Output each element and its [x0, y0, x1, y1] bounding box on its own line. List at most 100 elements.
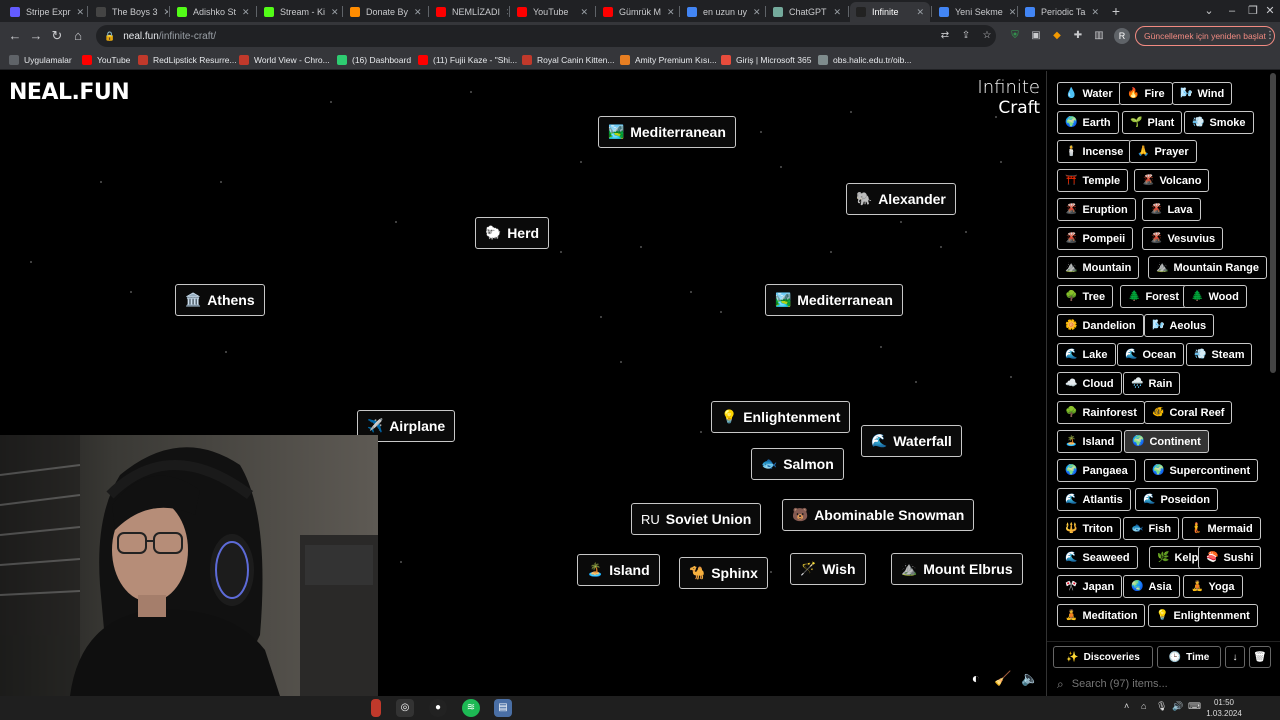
sidebar-item[interactable]: 🌋 Eruption: [1057, 198, 1136, 221]
sidebar-item[interactable]: 💧 Water: [1057, 82, 1121, 105]
reload-icon[interactable]: ↻: [48, 27, 66, 45]
close-tab-icon[interactable]: ✕: [827, 7, 841, 18]
avatar[interactable]: R: [1114, 28, 1130, 44]
browser-tab[interactable]: The Boys 3 ✕: [90, 2, 168, 22]
canvas-element[interactable]: 🐑 Herd: [475, 217, 550, 249]
close-tab-icon[interactable]: ✕: [500, 7, 508, 18]
canvas-element[interactable]: ⛰️ Mount Elbrus: [891, 553, 1023, 585]
close-window-button[interactable]: ✕: [1260, 2, 1280, 20]
canvas-element[interactable]: 🐻 Abominable Snowman: [782, 499, 975, 531]
browser-tab[interactable]: Stripe Expr ✕: [4, 2, 86, 22]
share-icon[interactable]: ⇪: [958, 28, 974, 44]
bookmark-star-icon[interactable]: ☆: [979, 28, 995, 44]
bookmark-item[interactable]: RedLipstick Resurre...: [138, 53, 237, 67]
sidebar-item[interactable]: 🌲 Wood: [1183, 285, 1247, 308]
sidebar-item[interactable]: 🔱 Triton: [1057, 517, 1122, 540]
browser-tab[interactable]: Adishko St ✕: [171, 2, 255, 22]
sort-time-button[interactable]: 🕒 Time: [1157, 646, 1221, 668]
moon-icon[interactable]: ◐: [967, 669, 985, 687]
bookmark-item[interactable]: obs.halic.edu.tr/oib...: [818, 53, 911, 67]
update-button[interactable]: Güncellemek için yeniden başlat: [1135, 26, 1275, 46]
sidebar-item[interactable]: 🌳 Rainforest: [1057, 401, 1145, 424]
network-icon[interactable]: ⌂: [1141, 701, 1146, 711]
sidebar-item[interactable]: 🙏 Prayer: [1129, 140, 1197, 163]
forward-icon[interactable]: →: [27, 27, 45, 45]
sidebar-item[interactable]: 🌍 Continent: [1124, 430, 1209, 453]
canvas-element[interactable]: 🪄 Wish: [790, 553, 866, 585]
sidebar-item[interactable]: 🌳 Tree: [1057, 285, 1114, 308]
trash-icon[interactable]: 🗑: [1249, 646, 1271, 668]
sidebar-item[interactable]: 🌊 Atlantis: [1057, 488, 1131, 511]
site-logo[interactable]: NEAL.FUN: [9, 80, 130, 105]
sidebar-item[interactable]: ⛩️ Temple: [1057, 169, 1129, 192]
discoveries-button[interactable]: ✨ Discoveries: [1053, 646, 1153, 668]
extension-icon[interactable]: ◆: [1049, 28, 1065, 44]
spotify-icon[interactable]: ≋: [462, 699, 480, 717]
sidebar-item[interactable]: 🌬️ Wind: [1172, 82, 1233, 105]
close-tab-icon[interactable]: ✕: [574, 7, 588, 18]
close-tab-icon[interactable]: ✕: [910, 7, 924, 18]
sidebar-item[interactable]: 🏝️ Island: [1057, 430, 1123, 453]
sidebar-item[interactable]: 🌋 Vesuvius: [1142, 227, 1224, 250]
github-icon[interactable]: ●: [429, 699, 447, 717]
sidebar-item[interactable]: 🌍 Pangaea: [1057, 459, 1136, 482]
sidebar-item[interactable]: ⛰️ Mountain: [1057, 256, 1140, 279]
sidebar-item[interactable]: 🌊 Lake: [1057, 343, 1116, 366]
sidebar-item[interactable]: 🌧️ Rain: [1123, 372, 1181, 395]
close-tab-icon[interactable]: ✕: [1085, 7, 1099, 18]
volume-icon[interactable]: 🔊: [1172, 701, 1183, 712]
bookmark-item[interactable]: World View - Chro...: [239, 53, 330, 67]
canvas-element[interactable]: 🏛️ Athens: [175, 284, 265, 316]
close-tab-icon[interactable]: ✕: [661, 7, 675, 18]
canvas-element[interactable]: 🏞️ Mediterranean: [598, 116, 736, 148]
sidebar-item[interactable]: 🌊 Seaweed: [1057, 546, 1138, 569]
sidebar-item[interactable]: 🕯️ Incense: [1057, 140, 1132, 163]
sidepanel-icon[interactable]: ▥: [1091, 28, 1107, 44]
bookmark-item[interactable]: Uygulamalar: [9, 53, 72, 67]
sidebar-item[interactable]: 🌲 Forest: [1120, 285, 1188, 308]
canvas-element[interactable]: 🐪 Sphinx: [679, 557, 768, 589]
back-icon[interactable]: ←: [6, 27, 24, 45]
obs-icon[interactable]: ◎: [396, 699, 414, 717]
browser-tab[interactable]: YouTube ✕: [511, 2, 594, 22]
bookmark-item[interactable]: (11) Fujii Kaze - "Shi...: [418, 53, 517, 67]
clock[interactable]: 01:50 1.03.2024: [1206, 697, 1242, 719]
close-tab-icon[interactable]: ✕: [408, 7, 422, 18]
canvas-element[interactable]: 🏞️ Mediterranean: [765, 284, 903, 316]
browser-tab[interactable]: NEMLİZADI✕: [430, 2, 508, 22]
bookmark-item[interactable]: Giriş | Microsoft 365: [721, 53, 811, 67]
new-tab-button[interactable]: +: [1108, 3, 1124, 19]
bookmark-item[interactable]: (16) Dashboard: [337, 53, 411, 67]
sidebar-item[interactable]: 💡 Enlightenment: [1148, 604, 1258, 627]
sidebar-item[interactable]: 🧜 Mermaid: [1182, 517, 1261, 540]
shield-extension-icon[interactable]: ⛨: [1007, 28, 1023, 44]
browser-tab[interactable]: ChatGPT ✕: [767, 2, 847, 22]
canvas-element[interactable]: 💡 Enlightenment: [711, 401, 851, 433]
sidebar-item[interactable]: 🧘 Yoga: [1183, 575, 1243, 598]
sidebar-item[interactable]: 🌋 Pompeii: [1057, 227, 1134, 250]
sidebar-item[interactable]: 🌼 Dandelion: [1057, 314, 1144, 337]
sidebar-item[interactable]: 🌍 Supercontinent: [1144, 459, 1259, 482]
browser-tab[interactable]: Yeni Sekme ✕: [933, 2, 1016, 22]
search-input[interactable]: [1071, 678, 1252, 690]
file-manager-icon[interactable]: ▤: [494, 699, 512, 717]
sidebar-item[interactable]: 🌋 Lava: [1142, 198, 1201, 221]
language-icon[interactable]: ⌨: [1188, 701, 1201, 712]
canvas-element[interactable]: 🐘 Alexander: [846, 183, 956, 215]
sidebar-item[interactable]: 💨 Steam: [1186, 343, 1253, 366]
browser-tab[interactable]: Infinite ✕: [850, 2, 930, 22]
bookmark-item[interactable]: Royal Canin Kitten...: [522, 53, 614, 67]
extension-icon[interactable]: ▣: [1028, 28, 1044, 44]
canvas-element[interactable]: 🏝️ Island: [577, 554, 660, 586]
broom-icon[interactable]: 🧹: [994, 669, 1012, 687]
sidebar-item[interactable]: 💨 Smoke: [1184, 111, 1254, 134]
browser-tab[interactable]: Donate By ✕: [344, 2, 427, 22]
sidebar-item[interactable]: 🎌 Japan: [1057, 575, 1123, 598]
close-tab-icon[interactable]: ✕: [236, 7, 250, 18]
close-tab-icon[interactable]: ✕: [1003, 7, 1016, 18]
tray-chevron-icon[interactable]: ˄: [1124, 701, 1129, 711]
canvas-element[interactable]: RU Soviet Union: [631, 503, 762, 535]
microphone-icon[interactable]: 🎙: [1156, 701, 1167, 712]
close-tab-icon[interactable]: ✕: [747, 7, 761, 18]
browser-tab[interactable]: Periodic Ta ✕: [1019, 2, 1105, 22]
